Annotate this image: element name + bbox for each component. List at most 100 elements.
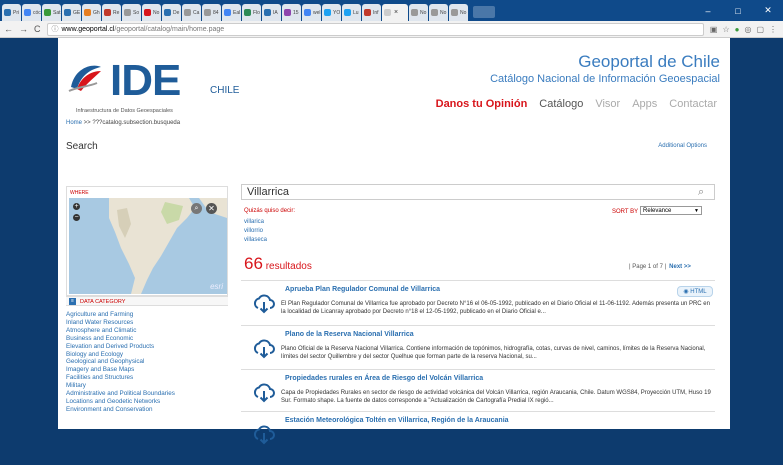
zoom-in-button[interactable]: + (73, 203, 80, 210)
browser-tab[interactable]: No (142, 4, 161, 21)
browser-tab[interactable]: Ca (182, 4, 201, 21)
category-item[interactable]: Locations and Geodetic Networks (66, 398, 175, 406)
nav-apps[interactable]: Apps (632, 98, 657, 110)
additional-options-link[interactable]: Additional Options (658, 143, 707, 149)
suggestion-link[interactable]: villaseca (244, 236, 267, 245)
nav-catalogo[interactable]: Catálogo (539, 98, 583, 110)
cloud-download-icon[interactable] (253, 383, 275, 403)
category-item[interactable]: Administrative and Political Boundaries (66, 390, 175, 398)
html-button[interactable]: ◉ HTML (677, 286, 713, 297)
result-title[interactable]: Aprueba Plan Regulador Comunal de Villar… (285, 286, 440, 293)
browser-tab[interactable]: Flo (242, 4, 261, 21)
tab-label: No (460, 9, 467, 16)
category-item[interactable]: Geological and Geophysical (66, 358, 175, 366)
result-title[interactable]: Estación Meteorológica Toltén en Villarr… (285, 417, 509, 424)
tab-favicon-icon (344, 9, 351, 16)
result-count-label: resultados (262, 261, 312, 272)
close-window-button[interactable]: ✕ (753, 5, 783, 16)
result-divider (241, 325, 715, 326)
window-controls: – □ ✕ (693, 0, 783, 21)
category-item[interactable]: Agriculture and Farming (66, 311, 175, 319)
tab-label: GE (73, 9, 81, 16)
breadcrumb-home[interactable]: Home (66, 120, 82, 126)
tab-favicon-icon (84, 9, 91, 16)
ide-logo[interactable]: IDE CHILE Infraestructura de Datos Geoes… (64, 53, 244, 123)
tab-favicon-icon (164, 9, 171, 16)
browser-tab[interactable]: Lu (342, 4, 361, 21)
tab-favicon-icon (364, 9, 371, 16)
new-tab-button[interactable] (473, 6, 495, 18)
browser-tab[interactable]: Eal (222, 4, 241, 21)
magnifier-icon[interactable]: ⌕ (191, 203, 202, 214)
forward-button[interactable]: → (19, 24, 28, 34)
extension-icon[interactable]: ▢ (756, 25, 764, 34)
nav-visor[interactable]: Visor (595, 98, 620, 110)
browser-tab[interactable]: IA (262, 4, 281, 21)
browser-tab[interactable]: No (409, 4, 428, 21)
browser-tab[interactable]: Pri (2, 4, 21, 21)
maximize-button[interactable]: □ (723, 6, 753, 16)
browser-tab[interactable]: 84 (202, 4, 221, 21)
tab-favicon-icon (184, 9, 191, 16)
pagination: | Page 1 of 7 | Next >> (629, 264, 691, 270)
bookmark-star-icon[interactable]: ☆ (722, 25, 729, 34)
browser-tab[interactable]: Inf (362, 4, 381, 21)
tab-favicon-icon (24, 9, 31, 16)
category-item[interactable]: Biology and Ecology (66, 351, 175, 359)
browser-tab[interactable]: De (162, 4, 181, 21)
next-page-link[interactable]: Next >> (669, 264, 691, 270)
browser-tab-active[interactable]: × (382, 4, 408, 21)
category-item[interactable]: Military (66, 382, 175, 390)
map[interactable]: + − ⌕ ✕ esri (69, 198, 227, 294)
back-button[interactable]: ← (4, 24, 13, 34)
browser-tab[interactable]: So (122, 4, 141, 21)
category-item[interactable]: Inland Water Resources (66, 319, 175, 327)
close-icon[interactable]: ✕ (206, 203, 217, 214)
site-info-icon[interactable]: ⓘ (52, 24, 59, 34)
category-item[interactable]: Environment and Conservation (66, 406, 175, 414)
category-item[interactable]: Business and Economic (66, 335, 175, 343)
tab-label: Gh (93, 9, 100, 16)
sort-by-select[interactable]: Relevance ▼ (640, 206, 702, 215)
browser-tab[interactable]: GE (62, 4, 81, 21)
extension-icon[interactable]: ◎ (744, 25, 751, 34)
category-item[interactable]: Atmosphere and Climatic (66, 327, 175, 335)
zoom-out-button[interactable]: − (73, 214, 80, 221)
reload-button[interactable]: C (34, 24, 41, 34)
logo-subtitle: Infraestructura de Datos Geoespaciales (76, 108, 173, 114)
suggestion-link[interactable]: villorrio (244, 227, 267, 236)
browser-tab[interactable]: Sat (42, 4, 61, 21)
url-input[interactable]: ⓘ www.geoportal.cl/geoportal/catalog/mai… (46, 22, 704, 36)
browser-tab[interactable]: cóc (22, 4, 41, 21)
browser-tab[interactable]: No (449, 4, 468, 21)
browser-tab[interactable]: No (429, 4, 448, 21)
category-item[interactable]: Elevation and Derived Products (66, 343, 175, 351)
extension-icon[interactable]: ● (735, 25, 740, 34)
result-title[interactable]: Propiedades rurales en Área de Riesgo de… (285, 375, 483, 382)
close-tab-icon[interactable]: × (394, 9, 398, 16)
chevron-down-icon: ▼ (694, 208, 699, 214)
browser-tab[interactable]: 15 (282, 4, 301, 21)
search-icon[interactable]: ⌕ (698, 186, 710, 198)
main-nav: Danos tu Opinión Catálogo Visor Apps Con… (436, 98, 717, 110)
cloud-download-icon[interactable] (253, 294, 275, 314)
browser-tab[interactable]: wel (302, 4, 321, 21)
nav-danos-tu-opinion[interactable]: Danos tu Opinión (436, 98, 528, 110)
minimize-button[interactable]: – (693, 6, 723, 16)
browser-tab[interactable]: Re (102, 4, 121, 21)
result-title[interactable]: Plano de la Reserva Nacional Villarrica (285, 331, 414, 338)
category-item[interactable]: Imagery and Base Maps (66, 366, 175, 374)
menu-icon[interactable]: ⋮ (769, 25, 777, 34)
suggestion-link[interactable]: villarica (244, 218, 267, 227)
category-item[interactable]: Facilities and Structures (66, 374, 175, 382)
browser-tab[interactable]: YO (322, 4, 341, 21)
breadcrumb: Home >> ???catalog.subsection.busqueda (66, 120, 180, 126)
cloud-download-icon[interactable] (253, 425, 275, 445)
search-input[interactable]: Villarrica ⌕ (241, 184, 715, 200)
browser-tab[interactable]: Gh (82, 4, 101, 21)
translate-icon[interactable]: ▣ (710, 25, 718, 34)
nav-contactar[interactable]: Contactar (669, 98, 717, 110)
tab-label: Lu (353, 9, 359, 16)
tab-favicon-icon (44, 9, 51, 16)
cloud-download-icon[interactable] (253, 339, 275, 359)
